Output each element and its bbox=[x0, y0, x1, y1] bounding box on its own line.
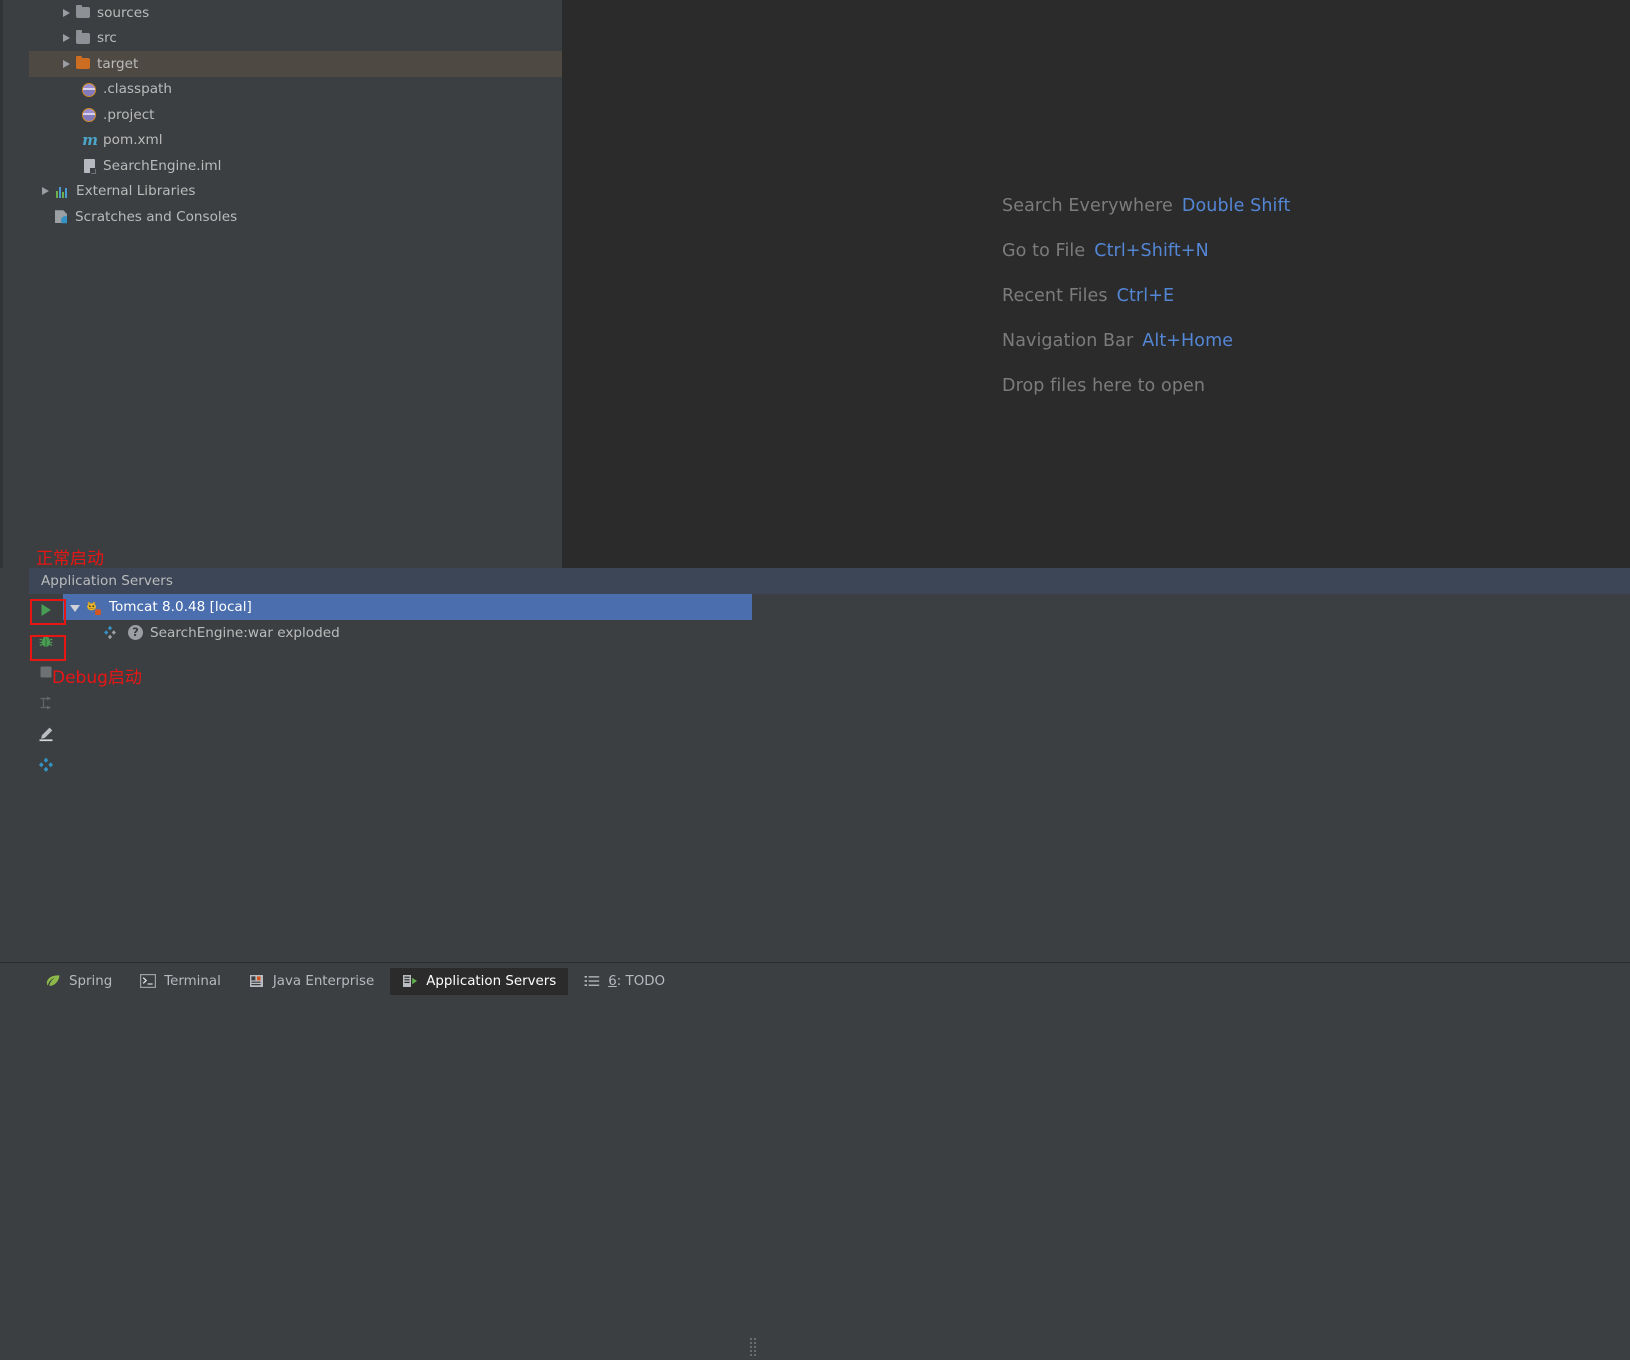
editor-hint-shortcut: Double Shift bbox=[1181, 196, 1291, 216]
server-row-label: Tomcat 8.0.48 [local] bbox=[109, 599, 252, 615]
tomcat-icon bbox=[85, 599, 103, 616]
chevron-down-icon[interactable] bbox=[68, 600, 82, 614]
idea-window: 2: Favorites Web 1: Structure sources bbox=[0, 0, 1630, 1356]
editor-empty-area[interactable]: Search Everywhere Double Shift Go to File… bbox=[562, 0, 1630, 568]
folder-gray-icon bbox=[75, 30, 92, 47]
chevron-right-icon[interactable] bbox=[39, 185, 52, 198]
spring-leaf-icon bbox=[45, 974, 62, 989]
tree-row-label: SearchEngine.iml bbox=[103, 157, 222, 174]
editor-hint-action: Drop files here to open bbox=[1002, 376, 1206, 396]
tree-row-label: target bbox=[97, 55, 139, 72]
java-enterprise-icon bbox=[249, 974, 266, 989]
project-tree[interactable]: sources src target .classpath .project m… bbox=[29, 0, 563, 568]
tree-row-classpath[interactable]: .classpath bbox=[29, 77, 562, 103]
diamond-icon bbox=[38, 757, 54, 777]
editor-hint-action: Navigation Bar bbox=[1002, 331, 1134, 351]
unknown-status-icon: ? bbox=[127, 625, 144, 641]
annotation-normal-start: 正常启动 bbox=[36, 549, 104, 569]
editor-hint: Search Everywhere Double Shift bbox=[1002, 196, 1290, 216]
editor-hint: Recent Files Ctrl+E bbox=[1002, 286, 1290, 306]
bottom-tool-bar: Spring Terminal Java Enterprise Applicat… bbox=[0, 962, 1630, 1000]
chevron-right-icon[interactable] bbox=[60, 57, 73, 70]
server-row-tomcat[interactable]: Tomcat 8.0.48 [local] bbox=[63, 594, 752, 620]
editor-hint-shortcut: Ctrl+Shift+N bbox=[1094, 241, 1209, 261]
tree-row-scratches[interactable]: Scratches and Consoles bbox=[29, 204, 562, 230]
servers-tree[interactable]: Tomcat 8.0.48 [local] ? SearchEngine:war… bbox=[63, 594, 1630, 962]
server-row-label: SearchEngine:war exploded bbox=[150, 625, 340, 641]
folder-orange-icon bbox=[75, 55, 92, 72]
editor-hint-drop-files: Drop files here to open bbox=[1002, 376, 1290, 396]
tree-row-external-libraries[interactable]: External Libraries bbox=[29, 179, 562, 205]
scratches-icon bbox=[53, 208, 70, 225]
tree-row-target[interactable]: target bbox=[29, 51, 562, 77]
bottom-tab-label-prefix: 6 bbox=[608, 974, 617, 989]
bottom-tab-application-servers[interactable]: Application Servers bbox=[390, 968, 569, 995]
panel-splitter-handle[interactable] bbox=[750, 1338, 757, 1360]
chevron-right-icon[interactable] bbox=[60, 6, 73, 19]
tree-row-label: Scratches and Consoles bbox=[75, 208, 238, 225]
application-servers-tool-window: Application Servers Tomcat 8.0.48 [local… bbox=[0, 568, 1630, 1356]
bottom-tab-label: Terminal bbox=[164, 974, 221, 989]
bottom-tab-terminal[interactable]: Terminal bbox=[128, 968, 233, 995]
editor-hint-action: Go to File bbox=[1002, 241, 1086, 261]
annotation-debug-start: Debug启动 bbox=[52, 668, 142, 688]
module-file-icon bbox=[81, 157, 98, 175]
editor-hint: Go to File Ctrl+Shift+N bbox=[1002, 241, 1290, 261]
editor-hint: Navigation Bar Alt+Home bbox=[1002, 331, 1290, 351]
annotation-box-run-button bbox=[30, 599, 66, 625]
edit-configuration-button[interactable] bbox=[29, 718, 63, 749]
bottom-tab-label-rest: : TODO bbox=[616, 974, 666, 989]
bottom-tab-java-enterprise[interactable]: Java Enterprise bbox=[237, 968, 386, 995]
tree-row-pom[interactable]: m pom.xml bbox=[29, 128, 562, 154]
tree-row-label: pom.xml bbox=[103, 132, 163, 149]
application-servers-icon bbox=[402, 974, 419, 989]
libraries-icon bbox=[54, 183, 71, 200]
folder-gray-icon bbox=[75, 4, 92, 21]
sphere-file-icon bbox=[81, 81, 98, 98]
tree-row-label: .classpath bbox=[103, 81, 172, 98]
tree-row-src[interactable]: src bbox=[29, 26, 562, 52]
tool-window-title: Application Servers bbox=[29, 568, 1630, 594]
server-row-artifact[interactable]: ? SearchEngine:war exploded bbox=[63, 620, 1630, 646]
tree-row-sources[interactable]: sources bbox=[29, 0, 562, 26]
sphere-file-icon bbox=[81, 106, 98, 123]
editor-hint-list: Search Everywhere Double Shift Go to File… bbox=[1002, 196, 1290, 421]
editor-hint-shortcut: Ctrl+E bbox=[1116, 286, 1175, 306]
editor-hint-shortcut: Alt+Home bbox=[1142, 331, 1234, 351]
editor-hint-action: Search Everywhere bbox=[1002, 196, 1173, 216]
maven-icon: m bbox=[82, 130, 98, 149]
artifact-icon bbox=[104, 625, 124, 641]
bottom-tab-label: Java Enterprise bbox=[272, 974, 375, 989]
tree-row-label: sources bbox=[97, 4, 150, 21]
deploy-button bbox=[29, 687, 63, 718]
deploy-icon bbox=[38, 695, 54, 715]
bottom-tab-label: Application Servers bbox=[426, 974, 557, 989]
artifacts-button[interactable] bbox=[29, 749, 63, 780]
pencil-icon bbox=[38, 726, 54, 746]
terminal-icon bbox=[140, 974, 157, 989]
bottom-tab-spring[interactable]: Spring bbox=[33, 968, 124, 995]
tree-row-label: src bbox=[97, 30, 117, 47]
chevron-right-icon[interactable] bbox=[60, 32, 73, 45]
tree-row-label: External Libraries bbox=[76, 183, 196, 200]
bottom-tab-label: Spring bbox=[69, 974, 113, 989]
tree-row-iml[interactable]: SearchEngine.iml bbox=[29, 153, 562, 179]
annotation-box-debug-button bbox=[30, 635, 66, 661]
tree-row-project[interactable]: .project bbox=[29, 102, 562, 128]
bottom-tab-todo[interactable]: 6: TODO bbox=[572, 968, 677, 995]
todo-icon bbox=[584, 974, 601, 989]
editor-hint-action: Recent Files bbox=[1002, 286, 1108, 306]
tree-row-label: .project bbox=[103, 106, 155, 123]
